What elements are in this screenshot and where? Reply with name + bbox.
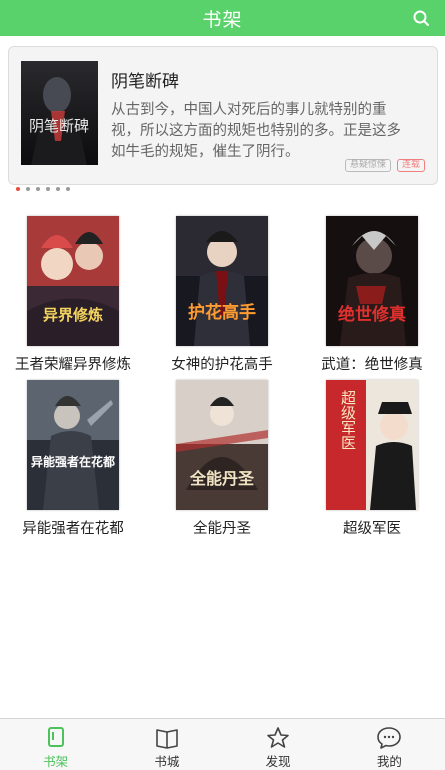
book-item[interactable]: 异界修炼 王者荣耀异界修炼 [3,216,143,374]
tab-label: 书架 [43,754,69,769]
tab-bookshelf[interactable]: 书架 [0,719,111,770]
book-cover-text: 全能丹圣 [189,469,255,488]
search-icon[interactable] [411,8,431,28]
tab-bookstore[interactable]: 书城 [111,719,222,770]
book-item[interactable]: 护花高手 女神的护花高手 [152,216,292,374]
app-root: 书架 阴笔断碑 阴笔断碑 从古到今，中国人对死后的事儿就特别的重视，所以这方面的… [0,0,445,770]
tab-label: 我的 [376,754,402,769]
book-cover: 异能强者在花都 [27,380,119,510]
book-title: 王者荣耀异界修炼 [15,357,131,373]
top-bar: 书架 [0,0,445,36]
book-cover: 护花高手 [176,216,268,346]
book-cover-text: 异界修炼 [43,306,103,324]
tab-label: 发现 [265,754,291,769]
book-title: 全能丹圣 [193,521,251,537]
tab-label: 书城 [154,754,180,769]
book-cover: 绝世修真 [326,216,418,346]
genre-tag: 悬疑惊悚 [344,159,391,172]
book-cover: 全能丹圣 [176,380,268,510]
book-cover: 超级军医 [326,380,418,510]
book-title: 异能强者在花都 [22,521,124,537]
tab-discover[interactable]: 发现 [223,719,334,770]
carousel-dot[interactable] [16,187,20,191]
book-cover-text: 护花高手 [188,302,256,323]
featured-book-card[interactable]: 阴笔断碑 阴笔断碑 从古到今，中国人对死后的事儿就特别的重视，所以这方面的规矩也… [8,46,438,185]
status-tag: 连载 [396,159,425,172]
featured-tags: 悬疑惊悚 连载 [344,159,425,172]
featured-book-cover: 阴笔断碑 [21,61,98,165]
carousel-dot[interactable] [66,187,70,191]
book-title: 超级军医 [343,521,401,537]
book-item[interactable]: 绝世修真 武道：绝世修真 [302,216,442,374]
tab-profile[interactable]: 我的 [334,719,445,770]
carousel-dot[interactable] [26,187,30,191]
page-title: 书架 [202,8,243,31]
book-cover-text: 异能强者在花都 [31,454,115,469]
book-item[interactable]: 异能强者在花都 异能强者在花都 [3,380,143,538]
book-item[interactable]: 全能丹圣 全能丹圣 [152,380,292,538]
bookshelf-icon [47,727,64,747]
bottom-tab-bar: 书架 书城 发现 我的 [0,718,445,770]
book-title: 女神的护花高手 [171,357,273,373]
carousel-dot[interactable] [36,187,40,191]
open-book-icon [156,729,178,749]
book-title: 武道：绝世修真 [321,357,423,373]
book-cover-text: 超级军医 [339,390,357,450]
star-icon [267,727,289,748]
book-cover-text: 绝世修真 [338,304,406,325]
featured-book-description: 从古到今，中国人对死后的事儿就特别的重视，所以这方面的规矩也特别的多。正是这多如… [111,102,401,160]
book-cover: 异界修炼 [27,216,119,346]
featured-book-title: 阴笔断碑 [111,72,179,92]
carousel-indicator [16,187,70,191]
featured-cover-title: 阴笔断碑 [29,117,89,135]
book-item[interactable]: 超级军医 超级军医 [302,380,442,538]
carousel-dot[interactable] [56,187,60,191]
chat-bubble-icon [377,727,402,749]
carousel-dot[interactable] [46,187,50,191]
